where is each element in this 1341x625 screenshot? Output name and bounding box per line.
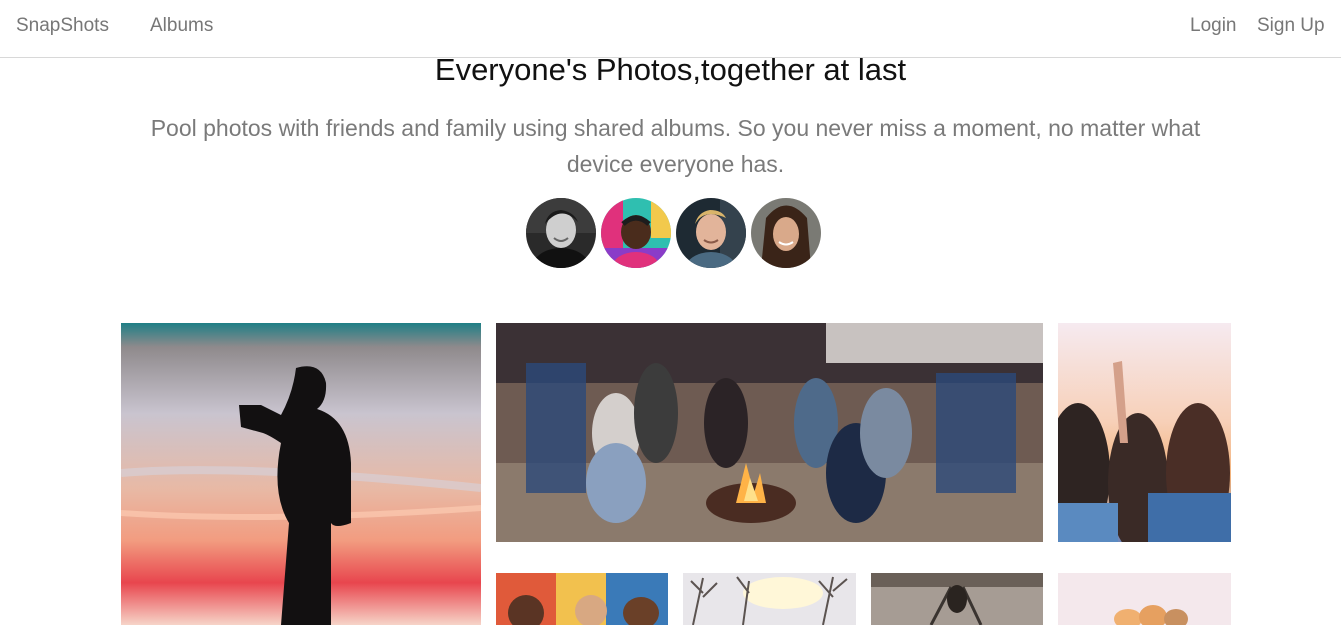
- photo-railroad[interactable]: [871, 573, 1043, 625]
- albums-link[interactable]: Albums: [150, 15, 213, 37]
- photo-kids[interactable]: [496, 573, 668, 625]
- avatar[interactable]: [526, 198, 596, 268]
- photo-trees[interactable]: [683, 573, 856, 625]
- avatar-row: [526, 198, 821, 268]
- photo-campfire-friends[interactable]: [496, 323, 1043, 542]
- avatar[interactable]: [676, 198, 746, 268]
- navbar: SnapShots Albums Login Sign Up: [0, 0, 1341, 58]
- avatar[interactable]: [751, 198, 821, 268]
- brand-link[interactable]: SnapShots: [16, 15, 109, 37]
- hero-subtitle: Pool photos with friends and family usin…: [150, 115, 1201, 177]
- avatar[interactable]: [601, 198, 671, 268]
- login-link[interactable]: Login: [1190, 15, 1237, 37]
- photo-friends-sunset[interactable]: [1058, 323, 1231, 542]
- signup-link[interactable]: Sign Up: [1257, 15, 1325, 37]
- photo-photographer-silhouette[interactable]: [121, 323, 481, 625]
- photo-friends-hug[interactable]: [1058, 573, 1231, 625]
